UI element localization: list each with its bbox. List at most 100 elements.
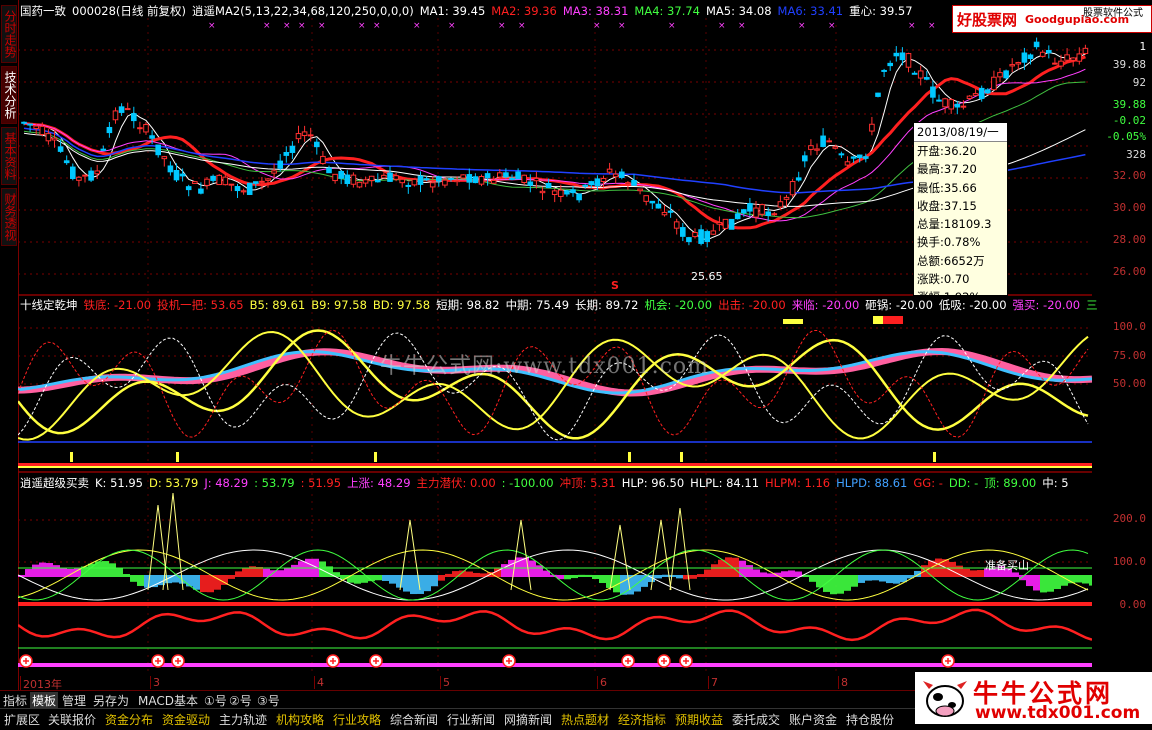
candle-body [820,135,826,147]
function-tab[interactable]: 综合新闻 [388,711,440,728]
candle-body [1064,54,1070,61]
indicator-tab[interactable]: 另存为 [93,692,129,709]
function-tab[interactable]: 资金分布 [103,711,155,728]
candle-body [777,201,784,208]
histogram-bar [872,575,879,581]
indicator-tab[interactable]: ③号 [257,692,280,709]
candle-body [991,76,997,91]
histogram-bar [767,573,774,577]
tab-technical[interactable]: 技术分析 [1,66,17,124]
indicator-tab[interactable]: ①号 [204,692,227,709]
low-indicator-header: 逍遥超级买卖 K: 51.95 D: 53.79 J: 48.29: 53.79: 5… [20,476,1081,490]
candle-body [1033,41,1040,48]
candle-body [960,105,967,108]
cross-marker: × [718,21,726,31]
ma-value: MA6: 33.41 [777,4,844,18]
function-tab[interactable]: 网摘新闻 [502,711,554,728]
function-tab[interactable]: 关联报价 [46,711,98,728]
function-tab[interactable]: 经济指标 [616,711,668,728]
candle-body [253,181,259,184]
brand-note: 股票软件公式 [1083,8,1143,19]
candle-body [484,173,491,179]
function-tab[interactable]: 机构攻略 [274,711,326,728]
histogram-bar [809,575,816,582]
signal-marker [628,452,631,462]
mid-indicator-name[interactable]: 十线定乾坤 [20,298,78,312]
tab-intraday[interactable]: 分时走势 [1,5,17,63]
candle-body [759,204,765,215]
candle-body [295,133,302,140]
brand-cn: 好股票网 [957,11,1018,29]
indicator-tab[interactable]: 模板 [30,692,59,709]
candle-body [808,145,814,150]
chart-canvas[interactable]: ××××××××××××××××××××××× [18,0,1092,690]
histogram-bar [242,567,249,577]
histogram-bar [39,562,46,577]
indicator-tab[interactable]: ②号 [229,692,252,709]
candle-body [149,135,155,139]
signal-marker [933,452,936,462]
function-tab[interactable]: 委托成交 [730,711,782,728]
function-tab[interactable]: 热点题材 [559,711,611,728]
time-tick: 3 [150,676,160,689]
mid-item-value: B5: 89.61 [249,298,306,312]
histogram-bar [977,570,984,577]
histogram-bar [669,575,676,578]
histogram-bar [445,573,452,577]
function-tab[interactable]: 行业新闻 [445,711,497,728]
candle-body [320,155,326,165]
tooltip-row: 总量:18109.3 [917,217,992,232]
candle-body [710,230,717,235]
candle-body [326,167,332,174]
low-item-value: HLPL: 84.11 [690,476,760,490]
tab-fundamentals[interactable]: 基本资料 [1,127,17,185]
mid-tick: 50.00 [1112,377,1146,390]
candle-body [997,72,1003,78]
candle-body [222,176,229,186]
function-tab[interactable]: 行业攻略 [331,711,383,728]
candle-body [27,123,33,126]
low-indicator-name[interactable]: 逍遥超级买卖 [20,476,89,490]
histogram-bar [284,568,291,577]
mid-item-value: 三 [1086,298,1098,312]
indicator-tab[interactable]: 管理 [62,692,86,709]
tooltip-row: 开盘:36.20 [917,144,977,158]
histogram-bar [130,575,137,582]
histogram-bar [123,574,130,577]
tooltip-row: 最低:35.66 [917,180,977,195]
indicator-tab[interactable]: 指标 [3,692,27,709]
brand-bottom-url: www.tdx001.com [975,703,1141,723]
candle-body [82,174,88,177]
brand-banner-top: 好股票网 Goodgupiao.com 股票软件公式 [952,5,1152,33]
histogram-bar [382,575,389,581]
function-tab[interactable]: 扩展区 [2,711,42,728]
candle-body [905,53,912,68]
function-tab[interactable]: 持仓股份 [844,711,896,728]
candle-body [594,178,601,187]
candle-body [844,161,851,166]
cross-marker: × [928,21,936,31]
function-tab[interactable]: 资金驱动 [160,711,212,728]
histogram-bar [655,575,662,579]
histogram-bar [963,568,970,577]
candle-body [686,237,692,243]
candle-body [460,174,466,179]
candle-body [911,72,918,75]
histogram-bar [1012,572,1019,577]
candle-body [137,127,143,130]
candle-body [887,62,894,67]
histogram-bar [725,557,732,577]
indicator-tab[interactable]: MACD基本 [138,692,198,709]
tab-financials[interactable]: 财务透视 [1,188,17,246]
cross-marker: × [358,21,366,31]
spike-line [510,519,532,591]
candle-body [1021,52,1028,63]
indicator-name[interactable]: 逍遥MA2(5,13,22,34,68,120,250,0,0,0) [192,4,414,18]
candle-body [344,174,351,184]
time-tick: 7 [708,676,718,689]
function-tab[interactable]: 预期收益 [673,711,725,728]
function-tab[interactable]: 账户资金 [787,711,839,728]
candle-body [411,178,418,186]
function-tab[interactable]: 主力轨迹 [217,711,269,728]
price-tick: 32.00 [1112,169,1146,182]
